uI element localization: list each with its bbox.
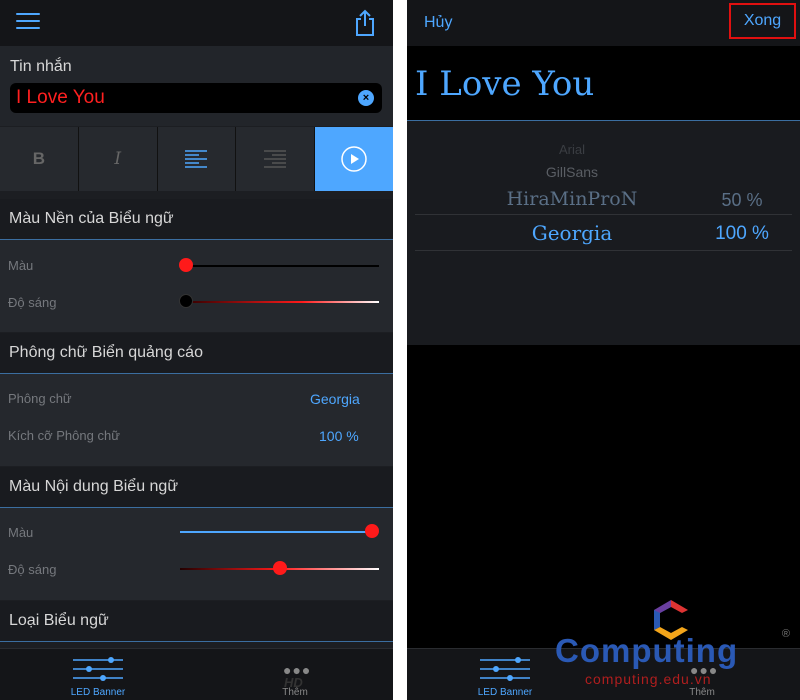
picker-font-item[interactable]: HiraMinProN (447, 188, 697, 210)
content-brightness-label: Độ sáng (8, 562, 57, 577)
italic-label: I (114, 149, 122, 169)
picker-font-item[interactable]: Arial (447, 142, 697, 157)
content-color-title: Màu Nội dung Biểu ngữ (9, 478, 179, 495)
bg-color-body: Màu Độ sáng (0, 240, 393, 332)
banner-type-title: Loại Biểu ngữ (9, 612, 109, 629)
tab-bar: LED Banner ●●● HD Thêm (0, 648, 393, 700)
font-label: Phông chữ (8, 391, 72, 406)
tab-led-banner[interactable]: LED Banner (0, 649, 196, 700)
bold-button[interactable]: B (0, 127, 79, 191)
bold-label: B (32, 149, 46, 168)
message-input[interactable]: I Love You × (10, 83, 382, 113)
picker-top-bar: Hủy Xong (407, 0, 800, 46)
align-left-icon (185, 150, 208, 168)
watermark-registered: ® (781, 628, 790, 640)
font-value[interactable]: Georgia (310, 391, 360, 407)
bg-color-label: Màu (8, 258, 34, 273)
bg-brightness-label: Độ sáng (8, 295, 57, 310)
tab-more-label: Thêm (282, 687, 308, 698)
content-color-slider[interactable] (180, 531, 372, 533)
computing-watermark: Computing ® computing.edu.vn (555, 598, 790, 690)
message-input-text: I Love You (16, 87, 105, 108)
align-left-button[interactable] (157, 127, 237, 191)
watermark-site: computing.edu.vn (585, 671, 712, 687)
format-toolbar: B I (0, 127, 393, 191)
message-label: Tin nhắn (10, 58, 72, 75)
banner-type-header[interactable]: Loại Biểu ngữ (0, 601, 393, 642)
bg-brightness-knob[interactable] (179, 294, 193, 308)
bg-brightness-slider[interactable] (186, 301, 379, 303)
font-picker[interactable]: Arial GillSans HiraMinProN 50 % Georgia … (407, 121, 800, 345)
font-size-label: Kích cỡ Phông chữ (8, 428, 120, 443)
play-button[interactable] (315, 127, 393, 191)
bg-color-knob[interactable] (179, 258, 193, 272)
top-bar (0, 0, 393, 46)
font-header: Phông chữ Biển quảng cáo (0, 333, 393, 374)
done-button[interactable]: Xong (729, 3, 796, 39)
cancel-button[interactable]: Hủy (424, 14, 452, 32)
font-picker-screen: Hủy Xong I Love You Arial GillSans HiraM… (407, 0, 800, 700)
tab-more[interactable]: ●●● HD Thêm (197, 649, 393, 700)
picker-size-item[interactable]: 50 % (687, 190, 797, 211)
content-color-knob[interactable] (365, 524, 379, 538)
sliders-icon (73, 657, 123, 681)
play-icon (341, 146, 367, 172)
picker-selection-top (415, 214, 792, 215)
settings-screen: Tin nhắn I Love You × B I Màu Nền của Bi… (0, 0, 393, 700)
content-brightness-knob[interactable] (272, 561, 287, 575)
italic-button[interactable]: I (78, 127, 158, 191)
banner-preview: I Love You (415, 64, 595, 104)
tab-led-label: LED Banner (70, 687, 126, 698)
bg-color-title: Màu Nền của Biểu ngữ (9, 210, 174, 227)
align-right-icon (264, 150, 287, 168)
picker-font-item[interactable]: GillSans (447, 164, 697, 180)
picker-font-selected[interactable]: Georgia (447, 221, 697, 245)
message-section: Tin nhắn I Love You × (0, 46, 393, 126)
picker-selection-bottom (415, 250, 792, 251)
font-title: Phông chữ Biển quảng cáo (9, 344, 203, 361)
sliders-icon (480, 657, 530, 681)
font-body: Phông chữ Georgia Kích cỡ Phông chữ 100 … (0, 374, 393, 466)
picker-size-selected[interactable]: 100 % (687, 223, 797, 245)
share-icon[interactable] (353, 9, 377, 37)
content-color-label: Màu (8, 525, 34, 540)
clear-icon[interactable]: × (358, 90, 374, 106)
align-right-button[interactable] (236, 127, 316, 191)
content-color-body: Màu Độ sáng (0, 508, 393, 600)
watermark-brand: Computing (555, 632, 739, 669)
bg-color-slider[interactable] (186, 265, 379, 267)
menu-icon[interactable] (16, 13, 40, 31)
bg-color-header: Màu Nền của Biểu ngữ (0, 199, 393, 240)
content-color-header: Màu Nội dung Biểu ngữ (0, 467, 393, 508)
font-size-value[interactable]: 100 % (319, 428, 359, 444)
